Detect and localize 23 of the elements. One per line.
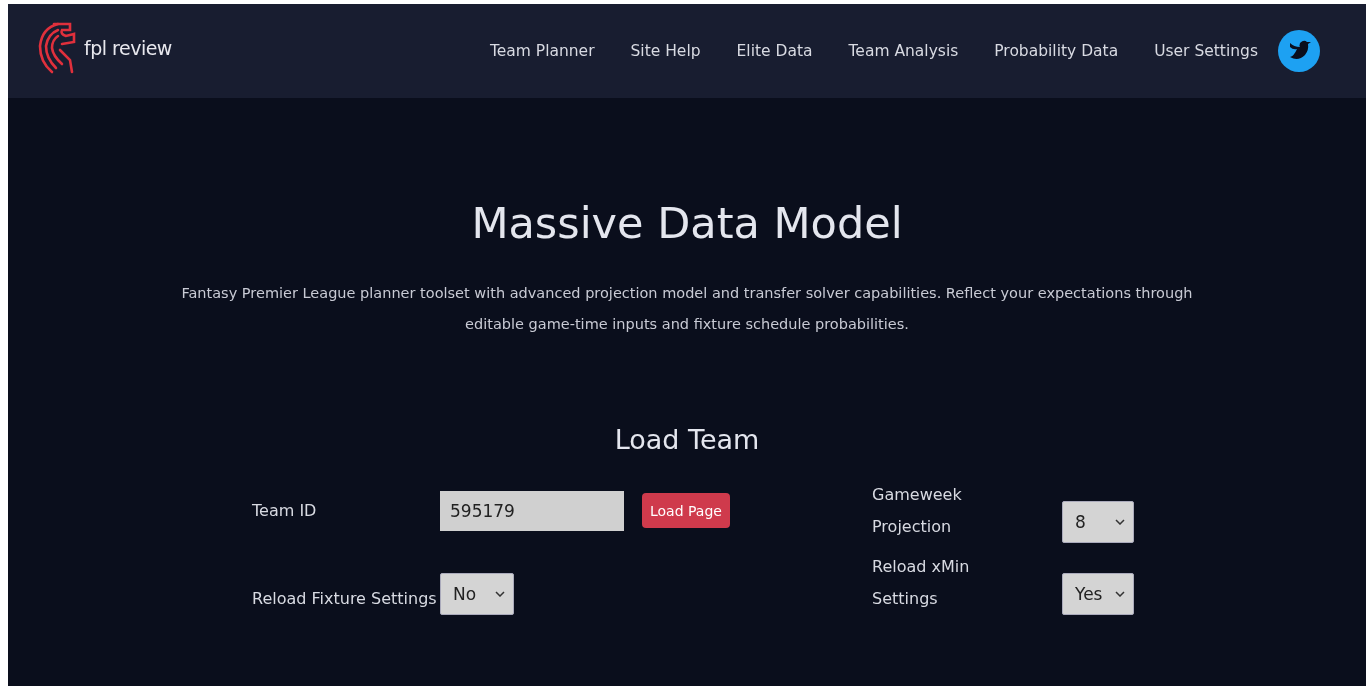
team-id-field[interactable]: 595179 (440, 490, 624, 531)
reload-xmin-select[interactable]: Yes (1062, 573, 1134, 615)
field-label: Reload Fixture Settings (252, 588, 438, 610)
brand-name[interactable]: fpl review (84, 37, 172, 59)
field-label: Gameweek Projection (872, 484, 963, 538)
chevron-down-icon (1115, 591, 1125, 597)
section-title: Load Team (613, 424, 761, 455)
chevron-down-icon (495, 591, 505, 597)
page-title: Massive Data Model (470, 198, 904, 248)
chevron-down-icon (1115, 519, 1125, 525)
gameweek-select[interactable]: 8 (1062, 501, 1134, 543)
load-page-button[interactable]: Load Page (642, 493, 730, 528)
nav-link[interactable]: Site Help (630, 42, 701, 60)
bird-icon[interactable] (1278, 30, 1320, 72)
nav-link[interactable]: Probability Data (994, 42, 1119, 60)
nav-link[interactable]: Team Planner (489, 42, 595, 60)
nav-link[interactable]: User Settings (1154, 42, 1258, 60)
reload-fixture-select[interactable]: No (440, 573, 514, 615)
nav-link[interactable]: Elite Data (736, 42, 813, 60)
field-label: Reload xMin Settings (872, 556, 971, 610)
description: Fantasy Premier League planner toolset with advanced projection model and transfer solver capabilities. Reflect your expectations through editable game-time inputs and fixture schedule probabilities. (180, 284, 1194, 334)
nav-link[interactable]: Team Analysis (848, 42, 959, 60)
field-label: Team ID (252, 499, 318, 522)
